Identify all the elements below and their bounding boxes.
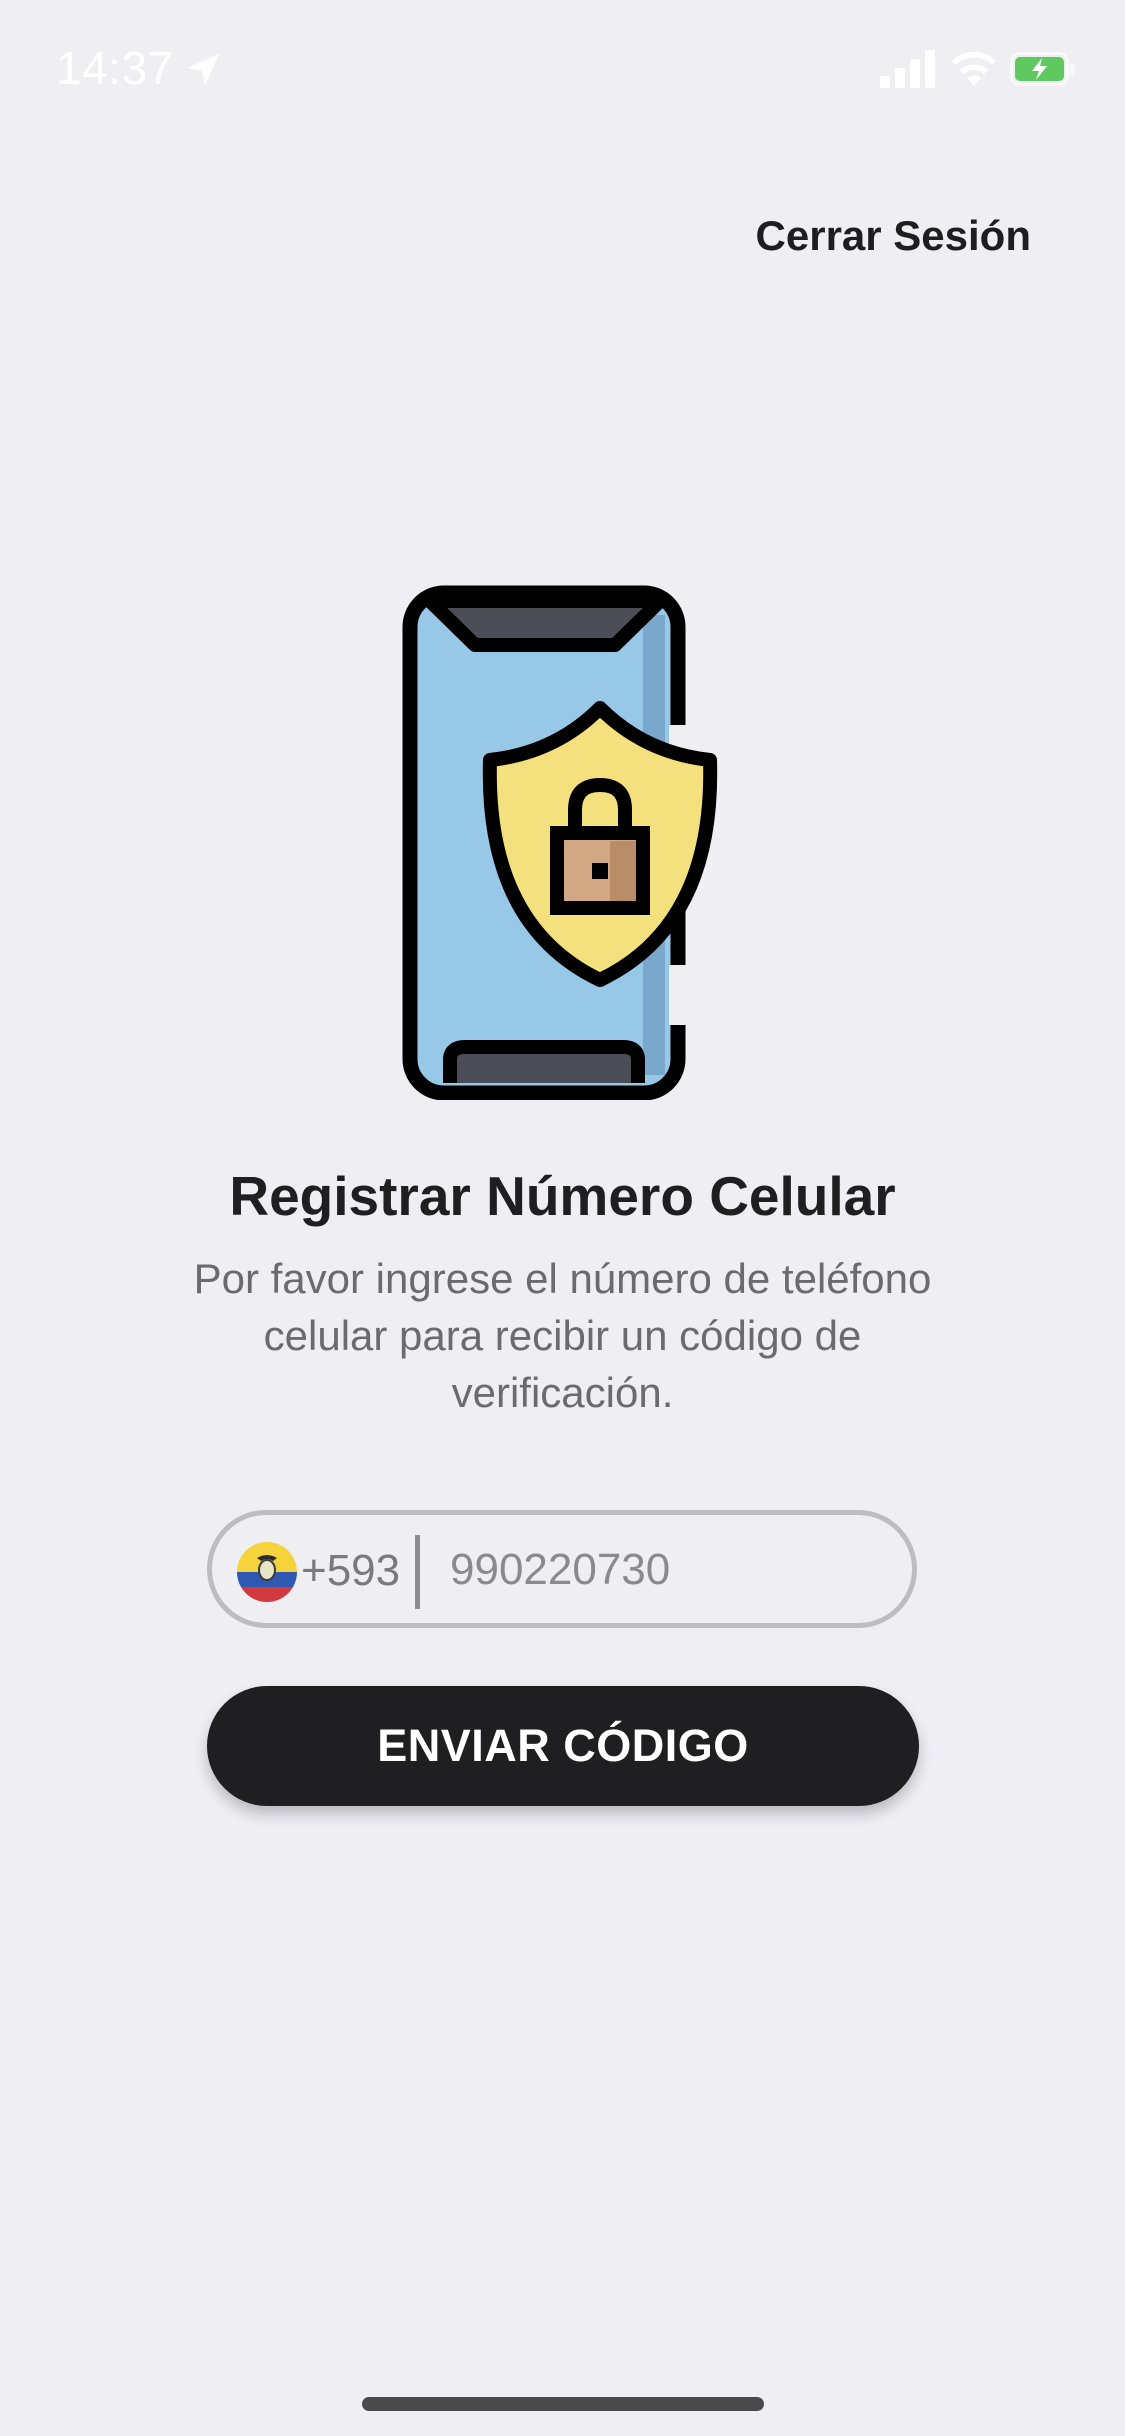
page-description: Por favor ingrese el número de teléfono … xyxy=(193,1255,932,1416)
battery-charging-icon xyxy=(1010,52,1075,86)
page-title: Registrar Número Celular xyxy=(229,1165,896,1227)
phone-number-field: +593 xyxy=(207,1510,917,1628)
logout-button[interactable]: Cerrar Sesión xyxy=(756,210,1031,262)
phone-number-input[interactable] xyxy=(450,1533,890,1607)
wifi-icon xyxy=(952,51,996,86)
send-code-button[interactable]: ENVIAR CÓDIGO xyxy=(207,1686,919,1806)
ecuador-flag-icon[interactable] xyxy=(237,1542,297,1602)
country-code[interactable]: +593 xyxy=(301,1543,400,1599)
status-bar: 14:37 xyxy=(0,0,1125,135)
location-arrow-icon xyxy=(187,54,219,86)
phone-security-lock-icon xyxy=(402,585,718,1100)
home-indicator[interactable] xyxy=(362,2397,764,2411)
verification-screen: 14:37 Cerrar Sesión Registrar Número Cel… xyxy=(0,0,1125,2436)
cellular-signal-icon xyxy=(880,50,935,88)
field-divider xyxy=(415,1535,420,1609)
status-time: 14:37 xyxy=(56,42,174,94)
